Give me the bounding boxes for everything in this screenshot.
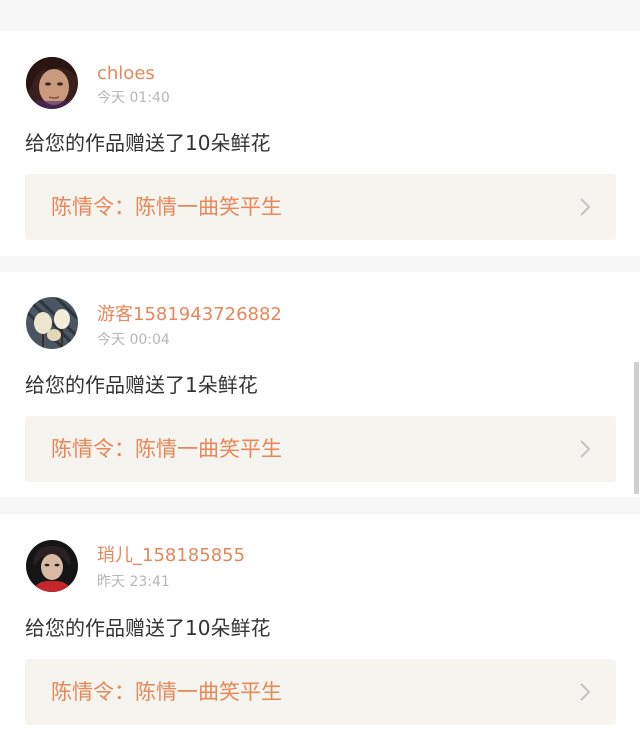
avatar[interactable] [26,57,78,109]
work-link[interactable]: 陈情令：陈情一曲笑平生 [25,416,616,482]
chevron-right-icon [580,683,591,701]
scrollbar[interactable] [634,362,639,494]
work-link[interactable]: 陈情令：陈情一曲笑平生 [25,174,616,240]
gift-message: 给您的作品赠送了10朵鲜花 [25,131,271,155]
work-title: 陈情令：陈情一曲笑平生 [51,680,282,704]
notification-card: 琑儿_158185855 昨天 23:41 给您的作品赠送了10朵鲜花 陈情令：… [0,514,640,729]
chevron-right-icon [580,198,591,216]
timestamp: 今天 01:40 [97,90,170,106]
notification-card: chloes 今天 01:40 给您的作品赠送了10朵鲜花 陈情令：陈情一曲笑平… [0,31,640,256]
work-title: 陈情令：陈情一曲笑平生 [51,437,282,461]
work-title: 陈情令：陈情一曲笑平生 [51,195,282,219]
username[interactable]: 琑儿_158185855 [97,545,245,567]
notification-card: 游客1581943726882 今天 00:04 给您的作品赠送了1朵鲜花 陈情… [0,272,640,497]
timestamp: 今天 00:04 [97,332,170,348]
gift-message: 给您的作品赠送了10朵鲜花 [25,616,271,640]
chevron-right-icon [580,440,591,458]
work-link[interactable]: 陈情令：陈情一曲笑平生 [25,659,616,725]
notifications-page: chloes 今天 01:40 给您的作品赠送了10朵鲜花 陈情令：陈情一曲笑平… [0,0,640,729]
gift-message: 给您的作品赠送了1朵鲜花 [25,373,258,397]
timestamp: 昨天 23:41 [97,574,170,590]
username[interactable]: chloes [97,63,155,85]
avatar[interactable] [26,540,78,592]
username[interactable]: 游客1581943726882 [97,304,282,326]
avatar[interactable] [26,297,78,349]
